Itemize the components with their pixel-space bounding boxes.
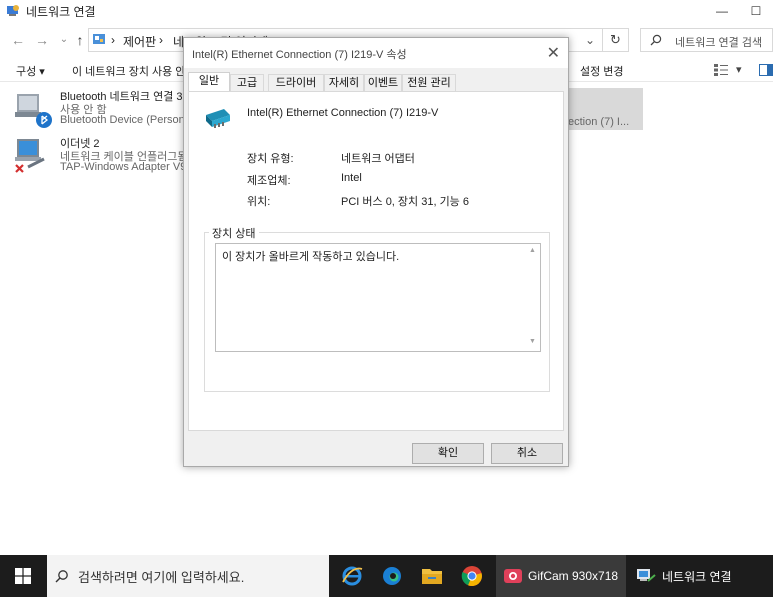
network-connections-icon [637, 569, 656, 582]
search-input[interactable]: 네트워크 연결 검색 [640, 28, 773, 52]
up-arrow-icon[interactable]: ↑ [72, 31, 88, 49]
windows-logo-icon [15, 568, 31, 584]
change-settings-button[interactable]: 설정 변경 [580, 63, 624, 79]
tab-events[interactable]: 이벤트 [364, 74, 402, 92]
preview-pane-icon[interactable] [759, 64, 773, 76]
bluetooth-adapter-icon [15, 94, 52, 128]
task-label: GifCam 930x718 [528, 569, 619, 583]
tab-general[interactable]: 일반 [188, 72, 230, 93]
search-icon [650, 34, 662, 46]
tab-driver[interactable]: 드라이버 [268, 74, 324, 92]
general-tab-panel: Intel(R) Ethernet Connection (7) I219-V … [188, 91, 564, 431]
list-item-ethernet-2[interactable]: 이더넷 2 네트워크 케이블 언플러그됨 TAP-Windows Adapter… [14, 135, 189, 175]
scroll-up-icon[interactable]: ▲ [529, 247, 536, 254]
chrome-icon[interactable] [452, 555, 492, 597]
status-scrollbar[interactable]: ▲ ▼ [525, 244, 540, 351]
device-status-textbox[interactable]: 이 장치가 올바르게 작동하고 있습니다. ▲ ▼ [215, 243, 541, 352]
dialog-titlebar: Intel(R) Ethernet Connection (7) I219-V … [184, 38, 568, 68]
device-type-label: 장치 유형: [247, 153, 294, 165]
view-options-icon[interactable] [714, 64, 728, 76]
dialog-title: Intel(R) Ethernet Connection (7) I219-V … [192, 49, 407, 61]
location-label: 위치: [247, 196, 271, 208]
forward-arrow-icon[interactable]: → [34, 31, 50, 49]
tab-strip: 일반 고급 드라이버 자세히 이벤트 전원 관리 [188, 72, 564, 93]
start-button[interactable] [0, 555, 46, 597]
breadcrumb-control-panel[interactable]: 제어판 [123, 33, 156, 50]
taskbar-task-network-connections[interactable]: 네트워크 연결 [628, 555, 768, 597]
view-dropdown-icon[interactable]: ▾ [736, 63, 742, 76]
refresh-icon[interactable]: ↻ [603, 28, 629, 52]
manufacturer-label: 제조업체: [247, 175, 291, 187]
edge-icon[interactable] [372, 555, 412, 597]
search-icon [55, 570, 68, 583]
close-icon[interactable]: ✕ [547, 43, 560, 63]
properties-dialog: Intel(R) Ethernet Connection (7) I219-V … [183, 37, 569, 467]
explorer-title: 네트워크 연결 [26, 4, 96, 19]
list-item-intel-ethernet-selected[interactable]: ection (7) I... [568, 88, 643, 130]
recent-locations-chevron-icon[interactable]: ⌄ [56, 31, 72, 49]
location-value: PCI 버스 0, 장치 31, 기능 6 [341, 196, 469, 208]
device-status-heading: 장치 상태 [209, 225, 259, 241]
task-label: 네트워크 연결 [662, 569, 732, 584]
disable-device-button[interactable]: 이 네트워크 장치 사용 안 [72, 63, 185, 79]
tab-advanced[interactable]: 고급 [230, 74, 264, 92]
ie-icon[interactable] [332, 555, 372, 597]
manufacturer-value: Intel [341, 172, 362, 184]
device-status-group: 장치 상태 이 장치가 올바르게 작동하고 있습니다. ▲ ▼ [204, 225, 550, 392]
device-type-value: 네트워크 어댑터 [341, 153, 415, 165]
gifcam-icon [504, 569, 522, 583]
address-separator-icon: › [111, 33, 115, 47]
item-device: TAP-Windows Adapter V9 [60, 161, 187, 173]
tab-power-management[interactable]: 전원 관리 [402, 74, 456, 92]
item-device: Bluetooth Device (Personal [60, 114, 194, 126]
file-explorer-icon[interactable] [412, 555, 452, 597]
device-status-text: 이 장치가 올바르게 작동하고 있습니다. [222, 251, 400, 263]
ethernet-adapter-disconnected-icon [15, 139, 45, 173]
search-placeholder: 네트워크 연결 검색 [675, 37, 763, 49]
organize-menu[interactable]: 구성 ▾ [16, 63, 45, 79]
device-name: Intel(R) Ethernet Connection (7) I219-V [247, 107, 439, 119]
back-arrow-icon[interactable]: ← [10, 31, 26, 49]
minimize-button[interactable]: — [705, 0, 739, 22]
network-connections-icon [7, 5, 19, 16]
scroll-down-icon[interactable]: ▼ [529, 338, 536, 345]
tab-details[interactable]: 자세히 [324, 74, 364, 92]
cancel-button[interactable]: 취소 [491, 443, 563, 464]
explorer-titlebar: 네트워크 연결 [0, 0, 773, 22]
control-panel-icon [93, 34, 105, 44]
network-adapter-icon [206, 109, 230, 128]
maximize-button[interactable]: ☐ [739, 0, 773, 22]
item-truncated-label: ection (7) I... [568, 116, 630, 128]
taskbar-task-gifcam[interactable]: GifCam 930x718 [496, 555, 626, 597]
address-dropdown-icon[interactable]: ⌄ [585, 33, 595, 47]
ok-button[interactable]: 확인 [412, 443, 484, 464]
taskbar-search-input[interactable]: 검색하려면 여기에 입력하세요. [47, 555, 329, 597]
taskbar-search-placeholder: 검색하려면 여기에 입력하세요. [78, 570, 245, 585]
taskbar: 검색하려면 여기에 입력하세요. GifCam 930x718 네트워크 연결 [0, 555, 773, 597]
address-separator-icon: › [159, 33, 163, 47]
list-item-bluetooth[interactable]: Bluetooth 네트워크 연결 3 사용 안 함 Bluetooth Dev… [14, 88, 193, 128]
